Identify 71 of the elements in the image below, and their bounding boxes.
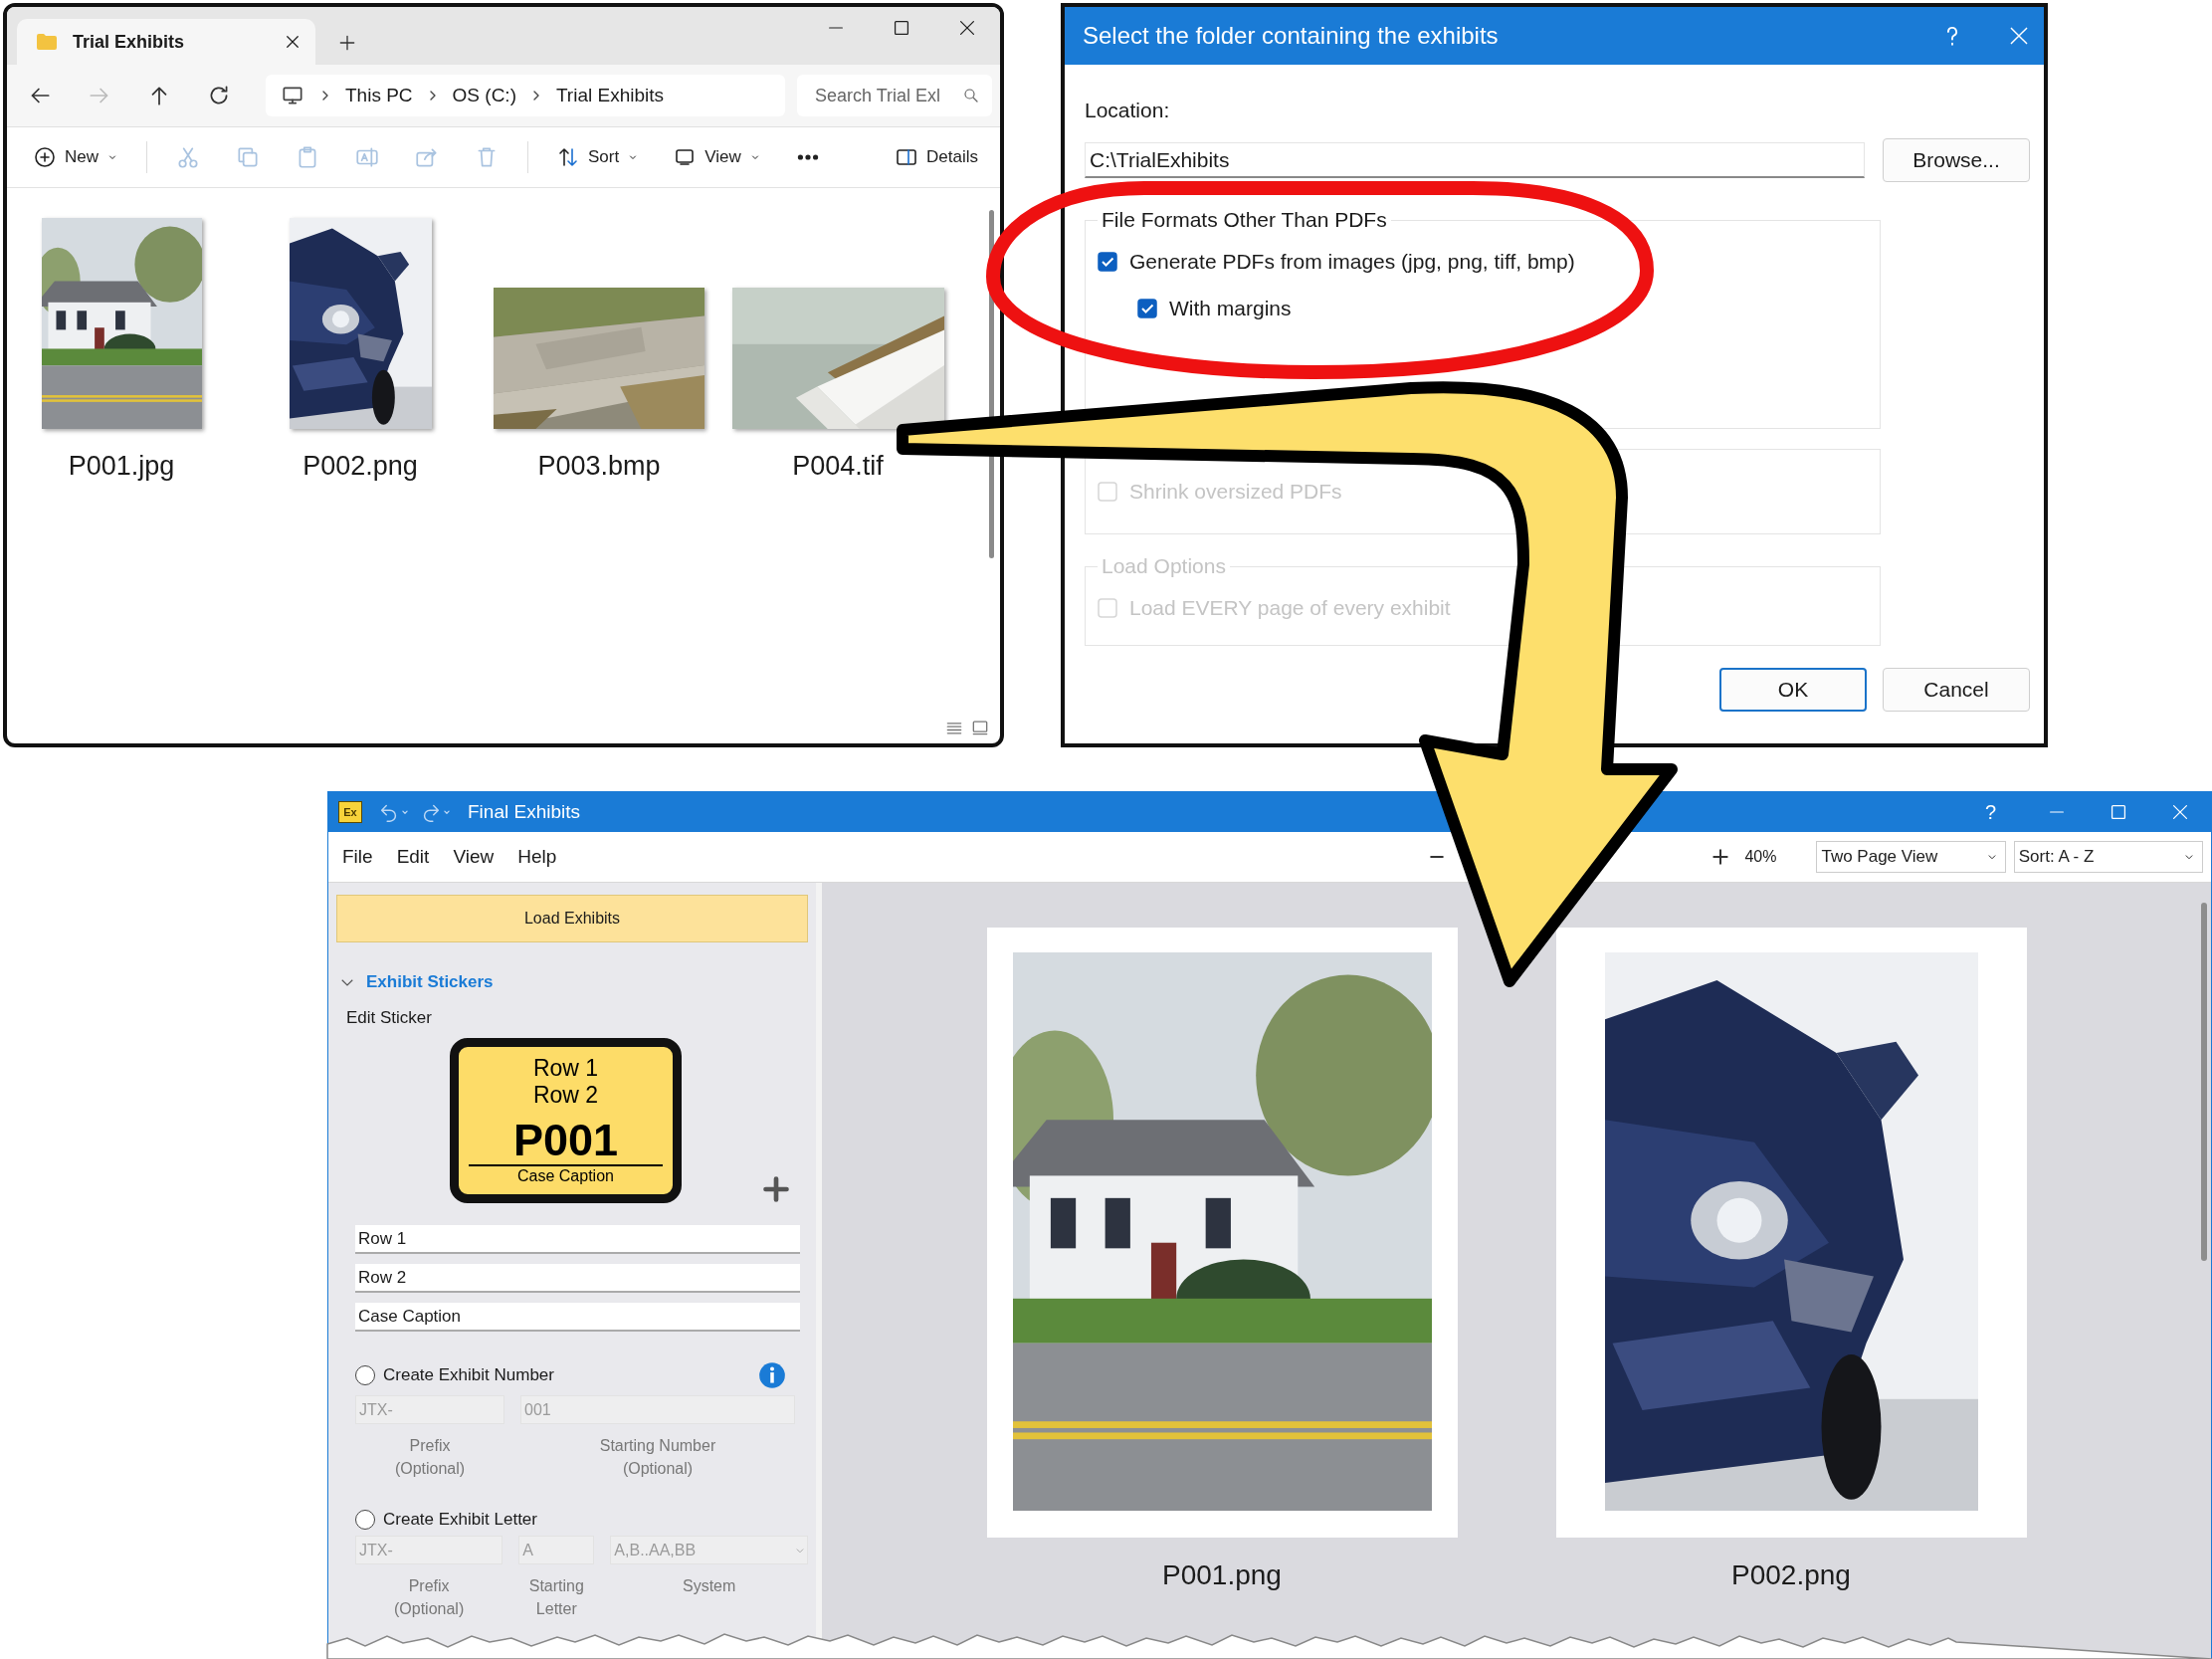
dialog-title: Select the folder containing the exhibits xyxy=(1083,22,1500,50)
page-sheet[interactable] xyxy=(986,928,1458,1538)
breadcrumb[interactable]: Trial Exhibits xyxy=(555,85,664,106)
page-caption: P001.png xyxy=(1162,1559,1282,1591)
search-field[interactable]: Search Trial Exl xyxy=(797,75,992,116)
load-exhibits-button[interactable]: Load Exhibits xyxy=(336,895,808,942)
file-name[interactable]: P003.bmp xyxy=(537,451,661,482)
input-field[interactable]: Row 2 xyxy=(355,1264,800,1293)
browse-button[interactable]: Browse... xyxy=(1883,138,2030,182)
menu-item[interactable]: File xyxy=(342,846,373,868)
field-caption: Letter xyxy=(535,1599,577,1619)
file-name[interactable]: P002.png xyxy=(302,451,418,482)
radio-button[interactable] xyxy=(355,1365,375,1385)
sticker-row: Row 1 xyxy=(532,1055,599,1082)
menu-item[interactable]: Edit xyxy=(396,846,430,868)
sort-button[interactable]: Sort xyxy=(556,145,640,169)
view-dropdown[interactable]: Two Page View xyxy=(1816,841,2006,873)
folder-tab[interactable]: Trial Exhibits xyxy=(17,19,315,65)
new-icon xyxy=(33,145,57,169)
page-caption: P002.png xyxy=(1731,1559,1851,1591)
plus-icon[interactable] xyxy=(762,1175,790,1203)
group-label: File Formats Other Than PDFs xyxy=(1101,208,1388,232)
search-icon xyxy=(962,87,980,104)
checkbox-option[interactable]: With margins xyxy=(1137,285,1292,331)
sort-dropdown[interactable]: Sort: A - Z xyxy=(2013,841,2203,873)
field-caption: Starting Number xyxy=(599,1436,716,1456)
zoom-level: 40% xyxy=(1744,848,1777,866)
sort-icon xyxy=(556,145,580,169)
location-field[interactable]: C:\TrialExhibits xyxy=(1085,142,1865,178)
menu-item[interactable]: View xyxy=(453,846,495,868)
input-field[interactable]: Case Caption xyxy=(355,1303,800,1332)
file-name[interactable]: P001.jpg xyxy=(68,451,175,482)
radio-label[interactable]: Create Exhibit Number xyxy=(383,1365,554,1385)
field-caption: (Optional) xyxy=(394,1459,466,1479)
page-sheet[interactable] xyxy=(1555,928,2027,1538)
cancel-button[interactable]: Cancel xyxy=(1883,668,2030,712)
input-field[interactable]: Row 1 xyxy=(355,1225,800,1254)
radio-label[interactable]: Create Exhibit Letter xyxy=(383,1510,537,1530)
edit-sticker-label: Edit Sticker xyxy=(346,1008,433,1028)
checkbox[interactable] xyxy=(1098,251,1117,272)
view-button[interactable]: View xyxy=(673,145,761,169)
scrollbar[interactable] xyxy=(2201,903,2207,1261)
radio-button[interactable] xyxy=(355,1510,375,1530)
ok-button[interactable]: OK xyxy=(1719,668,1867,712)
section-header[interactable]: Exhibit Stickers xyxy=(366,972,494,992)
checkbox[interactable] xyxy=(1137,298,1157,318)
app-logo: Ex xyxy=(338,801,362,823)
new-tab-icon[interactable] xyxy=(337,33,357,53)
sticker-row: Row 2 xyxy=(532,1082,599,1109)
breadcrumb[interactable]: OS (C:) xyxy=(452,85,516,106)
file-name[interactable]: P004.tif xyxy=(792,451,884,482)
checkbox-option[interactable]: Generate PDFs from images (jpg, png, tiff, bmp) xyxy=(1098,238,1575,285)
close-icon[interactable] xyxy=(284,33,302,51)
field-caption: Prefix xyxy=(408,1576,450,1596)
details-button[interactable]: Details xyxy=(895,145,978,169)
field-caption: (Optional) xyxy=(394,1599,465,1619)
window-title: Final Exhibits xyxy=(468,801,581,823)
location-label: Location: xyxy=(1085,99,1171,122)
info-icon[interactable] xyxy=(758,1361,786,1389)
breadcrumb[interactable]: This PC xyxy=(345,85,413,106)
field-caption: Prefix xyxy=(409,1436,451,1456)
field-caption: Starting xyxy=(528,1576,584,1596)
help-button[interactable]: ? xyxy=(1984,800,1996,824)
field-caption: System xyxy=(683,1576,736,1596)
menu-item[interactable]: Help xyxy=(517,846,557,868)
new-button[interactable]: New xyxy=(33,145,118,169)
sticker-number: P001 xyxy=(512,1117,619,1164)
address-bar[interactable]: This PC OS (C:) Trial Exhibits xyxy=(266,75,785,116)
field-caption: (Optional) xyxy=(622,1459,694,1479)
group-label: Load Options xyxy=(1101,554,1227,578)
sticker-caption: Case Caption xyxy=(469,1164,663,1185)
